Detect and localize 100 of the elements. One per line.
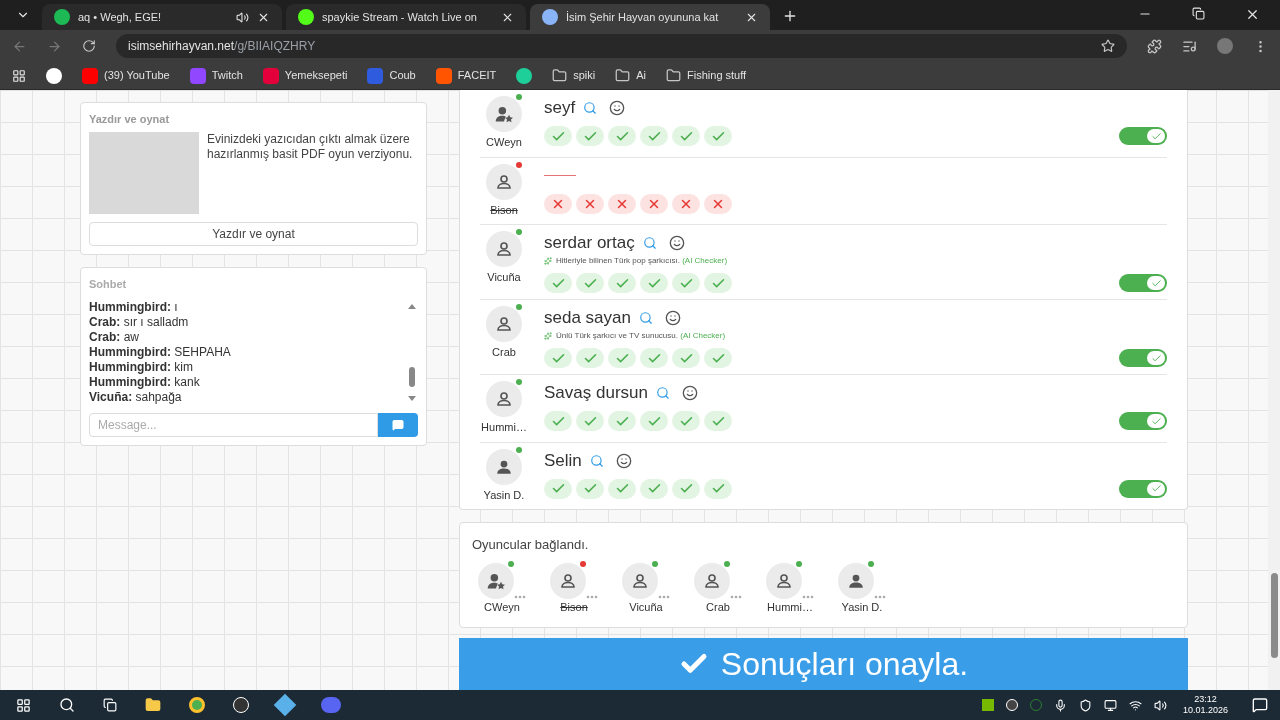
sparkle-icon <box>544 332 552 340</box>
correct-mark[interactable] <box>608 273 636 293</box>
correct-mark[interactable] <box>640 126 668 146</box>
correct-mark[interactable] <box>672 411 700 431</box>
correct-mark[interactable] <box>704 411 732 431</box>
close-icon[interactable] <box>1245 7 1260 22</box>
correct-mark[interactable] <box>640 411 668 431</box>
bookmark-link[interactable]: Twitch <box>211 67 243 84</box>
approve-toggle[interactable] <box>1119 349 1167 367</box>
emoji-icon[interactable] <box>609 100 626 116</box>
sparkle-icon <box>544 257 552 265</box>
restore-icon[interactable] <box>1192 7 1205 20</box>
browser-tab[interactable]: aq • Wegh, EGE! <box>42 4 282 30</box>
bookmark-link[interactable]: spiki <box>573 67 596 84</box>
reload-icon[interactable] <box>82 39 96 53</box>
emoji-icon[interactable] <box>664 310 681 326</box>
address-field[interactable]: isimsehirhayvan.net/g/BIIAIQZHRY <box>116 34 1127 58</box>
bookmark-link[interactable]: FACEIT <box>457 67 497 84</box>
correct-mark[interactable] <box>608 411 636 431</box>
bookmark-link[interactable]: Yemeksepeti <box>284 67 348 84</box>
bookmark-link[interactable]: Coub <box>389 67 416 84</box>
correct-mark[interactable] <box>704 348 732 368</box>
correct-mark[interactable] <box>608 478 636 499</box>
browser-tab[interactable]: İsim Şehir Hayvan oyununa kat <box>530 4 770 30</box>
chat-message: Hummingbird: kank <box>89 375 201 390</box>
correct-mark[interactable] <box>640 348 668 368</box>
correct-mark[interactable] <box>544 348 572 368</box>
correct-mark[interactable] <box>640 273 668 293</box>
shield-icon[interactable] <box>1078 698 1092 712</box>
bookmark-link[interactable]: Ai <box>636 67 647 84</box>
correct-mark[interactable] <box>544 273 572 293</box>
approve-toggle[interactable] <box>1119 274 1167 292</box>
bookmark-link[interactable]: (39) YouTube <box>104 67 170 84</box>
correct-mark[interactable] <box>608 348 636 368</box>
person-star-icon <box>494 104 514 124</box>
bookmark-star-icon[interactable] <box>1101 39 1115 53</box>
correct-mark[interactable] <box>544 126 572 146</box>
emoji-icon[interactable] <box>681 385 698 401</box>
approve-toggle[interactable] <box>1119 479 1167 498</box>
forward-icon[interactable] <box>47 38 62 54</box>
person-outline-icon <box>495 390 513 408</box>
correct-mark[interactable] <box>704 126 732 146</box>
answer-text: seyf <box>544 97 576 120</box>
approve-toggle[interactable] <box>1119 412 1167 430</box>
correct-mark[interactable] <box>704 478 732 499</box>
correct-mark[interactable] <box>576 126 604 146</box>
microphone-icon[interactable] <box>1053 698 1067 712</box>
correct-mark[interactable] <box>672 348 700 368</box>
extensions-icon[interactable] <box>1147 38 1162 54</box>
wrong-mark[interactable] <box>544 193 572 214</box>
wrong-mark[interactable] <box>704 193 732 214</box>
typing-dots-icon <box>802 594 814 599</box>
tray-app-icon[interactable] <box>981 699 994 711</box>
print-button[interactable]: Yazdır ve oynat <box>89 221 418 246</box>
message-field[interactable]: Message... <box>89 413 378 437</box>
person-outline-icon <box>495 240 513 258</box>
start-icon[interactable] <box>16 697 31 713</box>
task-view-icon[interactable] <box>103 698 117 712</box>
folder-icon <box>615 68 631 83</box>
browser-tab[interactable]: spaykie Stream - Watch Live on <box>286 4 526 30</box>
send-button[interactable] <box>378 413 418 437</box>
notifications-icon[interactable] <box>1252 697 1268 713</box>
profile-avatar[interactable] <box>1217 38 1233 54</box>
emoji-icon[interactable] <box>615 452 632 469</box>
ai-note: Hitleriyle bilinen Türk pop şarkıcısı. (AI Checker) <box>556 255 728 267</box>
network-icon[interactable] <box>1103 698 1117 712</box>
bookmark-link[interactable]: Fishing stuff <box>687 67 747 84</box>
speaker-icon[interactable] <box>1153 698 1167 712</box>
search-icon[interactable] <box>59 697 75 713</box>
correct-mark[interactable] <box>672 126 700 146</box>
player-name: Hummi… <box>481 420 527 435</box>
correct-mark[interactable] <box>672 273 700 293</box>
typing-dots-icon <box>874 594 886 599</box>
correct-mark[interactable] <box>544 411 572 431</box>
clock-date: 10.01.2026 <box>1182 705 1228 716</box>
back-icon[interactable] <box>12 38 27 54</box>
new-tab-icon[interactable] <box>782 8 798 24</box>
wifi-icon[interactable] <box>1128 698 1142 712</box>
apps-icon[interactable] <box>12 68 26 83</box>
wrong-mark[interactable] <box>640 193 668 214</box>
approve-toggle[interactable] <box>1119 127 1167 145</box>
chat-bubble-icon <box>392 419 404 431</box>
folder-icon[interactable] <box>145 697 161 713</box>
correct-mark[interactable] <box>608 126 636 146</box>
wrong-mark[interactable] <box>672 193 700 214</box>
emoji-icon[interactable] <box>668 235 685 251</box>
correct-mark[interactable] <box>544 478 572 499</box>
media-icon[interactable] <box>1182 38 1197 54</box>
correct-mark[interactable] <box>576 273 604 293</box>
correct-mark[interactable] <box>576 348 604 368</box>
correct-mark[interactable] <box>576 478 604 499</box>
correct-mark[interactable] <box>576 411 604 431</box>
wrong-mark[interactable] <box>608 193 636 214</box>
correct-mark[interactable] <box>704 273 732 293</box>
correct-mark[interactable] <box>640 478 668 499</box>
correct-mark[interactable] <box>672 478 700 499</box>
typing-dots-icon <box>730 594 742 599</box>
answer-text: seda sayan <box>544 307 631 330</box>
player-name: Yasin D. <box>841 599 883 615</box>
wrong-mark[interactable] <box>576 193 604 214</box>
